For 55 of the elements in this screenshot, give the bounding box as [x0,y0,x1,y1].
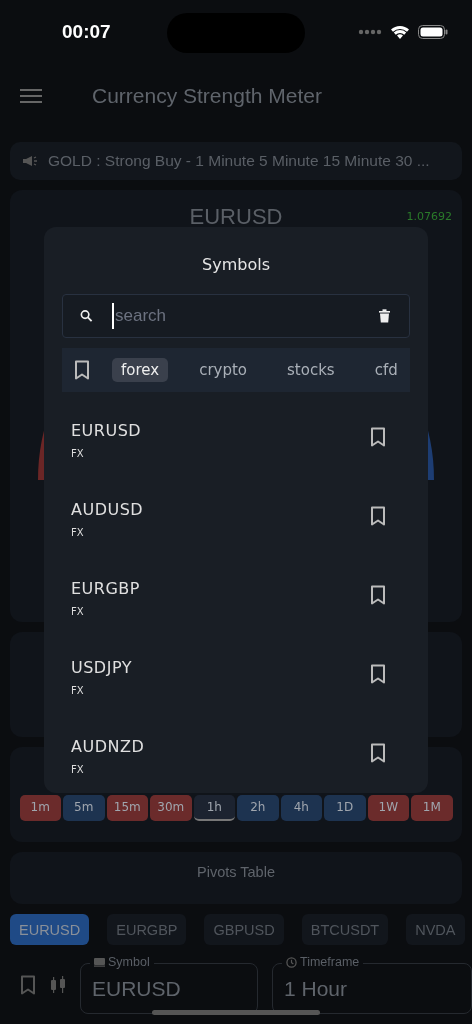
ticker-bar[interactable]: GOLD : Strong Buy - 1 Minute 5 Minute 15 Minute 30 ... [10,142,462,180]
megaphone-icon [22,155,38,167]
category-tab[interactable]: crypto [190,358,256,382]
pivots-title: Pivots Table [197,864,275,880]
bookmark-icon[interactable] [370,742,386,763]
category-tab[interactable]: cfd [365,358,407,382]
timeframe-chip[interactable]: 30m [150,795,192,821]
trash-icon[interactable] [379,309,390,323]
ticker-text: GOLD : Strong Buy - 1 Minute 5 Minute 15 Minute 30 ... [48,152,430,170]
card-icon [94,957,105,967]
category-tab[interactable]: stocks [278,358,344,382]
timeframe-chip[interactable]: 1W [367,795,409,821]
symbol-field[interactable]: Symbol EURUSD [80,955,258,1014]
clock-icon [286,956,297,968]
bookmark-icon[interactable] [370,505,386,526]
timeframe-chip[interactable]: 4h [280,795,322,821]
bookmark-icon[interactable] [74,360,90,380]
timeframe-chip[interactable]: 1D [324,795,366,821]
timeframe-field[interactable]: Timeframe 1 Hour [272,955,472,1014]
symbol-chip[interactable]: EURUSD [10,914,90,945]
wifi-icon [390,24,410,40]
timeframe-chip[interactable]: 1M [411,795,453,821]
battery-icon [418,25,448,39]
symbol-name[interactable]: AUDNZD [71,736,145,756]
category-tab[interactable]: forex [112,358,169,382]
timeframe-chip[interactable]: 15m [106,795,148,821]
dialog-title: Symbols [202,255,270,274]
status-time: 00:07 [62,21,111,43]
symbol-title: EURUSD [189,204,283,230]
timeframe-chip[interactable]: 1m [19,795,61,821]
symbol-type: FX [71,763,85,775]
bookmark-icon[interactable] [370,663,386,684]
search-icon [80,309,93,323]
signal-icon [358,29,382,35]
app-title: Currency Strength Meter [92,84,322,108]
timeframe-chip[interactable]: 5m [63,795,105,821]
candlestick-icon[interactable] [50,974,66,995]
symbol-name[interactable]: AUDUSD [71,499,144,519]
search-field[interactable]: search [62,294,410,338]
symbol-type: FX [71,684,85,696]
bookmark-icon[interactable] [370,584,386,605]
symbol-type: FX [71,605,85,617]
symbol-name[interactable]: EURGBP [71,578,140,598]
field-label: Symbol [108,955,150,969]
price-text: 1.07692 [406,210,452,223]
symbol-name[interactable]: USDJPY [71,657,132,677]
symbol-name[interactable]: EURUSD [71,420,142,440]
menu-icon[interactable] [20,88,42,104]
field-label: Timeframe [300,955,360,969]
symbol-type: FX [71,447,85,459]
text-cursor [112,303,114,329]
symbol-type: FX [71,526,85,538]
timeframe-chip[interactable]: 2h [237,795,279,821]
bookmark-icon[interactable] [370,426,386,447]
timeframe-chip[interactable]: 1h [193,795,235,821]
